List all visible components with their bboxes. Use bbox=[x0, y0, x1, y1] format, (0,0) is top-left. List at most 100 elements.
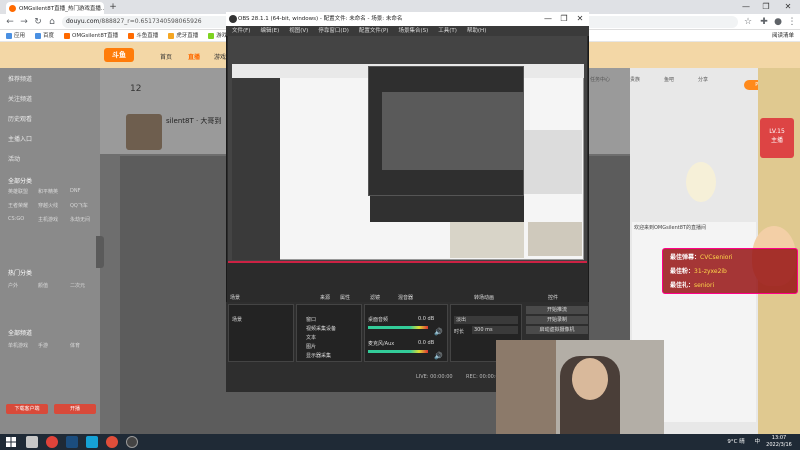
obs-minimize-button[interactable]: — bbox=[540, 13, 556, 25]
bookmark-baidu[interactable]: 百度 bbox=[35, 30, 54, 41]
taskbar-clock[interactable]: 13:07 2022/3/16 bbox=[762, 435, 796, 449]
mascot-image bbox=[686, 162, 716, 202]
preview-selection-bound bbox=[228, 261, 587, 263]
streamer-name[interactable]: silent8T · 大哥到 bbox=[166, 116, 221, 126]
category-link[interactable]: 英雄联盟 bbox=[8, 188, 28, 195]
virtual-camera-button[interactable]: 启动虚拟摄像机 bbox=[526, 326, 588, 334]
share-link[interactable]: 分享 bbox=[698, 76, 708, 83]
menu-docks[interactable]: 停靠窗口(D) bbox=[318, 26, 349, 36]
maximize-button[interactable]: ❐ bbox=[758, 1, 774, 13]
category-link[interactable]: 手游 bbox=[38, 342, 48, 349]
menu-profile[interactable]: 配置文件(P) bbox=[359, 26, 389, 36]
category-link[interactable]: 穿越火线 bbox=[38, 202, 58, 209]
sidebar-collapse-handle[interactable] bbox=[96, 236, 104, 268]
preview-nested-screen bbox=[382, 92, 524, 170]
netease-icon[interactable] bbox=[106, 436, 118, 448]
category-link[interactable]: 和平精英 bbox=[38, 188, 58, 195]
home-icon[interactable]: ⌂ bbox=[46, 16, 58, 28]
obs-taskbar-icon[interactable] bbox=[126, 436, 138, 448]
douyu-logo[interactable]: 斗鱼 bbox=[104, 48, 134, 62]
sidebar-item-streamer[interactable]: 主播入口 bbox=[8, 134, 32, 143]
download-client-button[interactable]: 下载客户端 bbox=[6, 404, 48, 414]
huya-icon bbox=[168, 32, 175, 39]
source-item[interactable]: 显示器采集 bbox=[306, 352, 331, 359]
category-link[interactable]: 颜值 bbox=[38, 282, 48, 289]
windows-start-icon[interactable] bbox=[6, 437, 16, 447]
close-window-button[interactable]: ✕ bbox=[780, 1, 796, 13]
extensions-icon[interactable]: ✚ bbox=[758, 16, 770, 28]
start-stream-button[interactable]: 开播 bbox=[54, 404, 96, 414]
nav-home[interactable]: 首页 bbox=[160, 52, 172, 61]
url-host: douyu.com bbox=[66, 18, 100, 25]
chrome-icon[interactable] bbox=[46, 436, 58, 448]
back-arrow-icon[interactable]: ← bbox=[4, 16, 16, 28]
category-link[interactable]: 体育 bbox=[70, 342, 80, 349]
reading-list-button[interactable]: 阅读清单 bbox=[772, 30, 794, 42]
category-link[interactable]: 单机游戏 bbox=[8, 342, 28, 349]
obs-title-bar[interactable]: OBS 28.1.1 (64-bit, windows) - 配置文件: 未命名… bbox=[226, 12, 589, 26]
file-explorer-icon[interactable] bbox=[26, 436, 38, 448]
source-item[interactable]: 文本 bbox=[306, 334, 316, 341]
task-center-link[interactable]: 任务中心 bbox=[590, 76, 610, 83]
scenes-list[interactable] bbox=[228, 304, 294, 362]
preview-sidebar bbox=[232, 78, 280, 260]
category-link[interactable]: 永劫无间 bbox=[70, 216, 90, 223]
source-item[interactable]: 窗口 bbox=[306, 316, 316, 323]
controls-dock-header: 控件 bbox=[548, 295, 559, 301]
forward-arrow-icon[interactable]: → bbox=[18, 16, 30, 28]
category-link[interactable]: QQ飞车 bbox=[70, 202, 88, 209]
speaker-icon[interactable]: 🔊 bbox=[434, 328, 443, 336]
category-link[interactable]: 二次元 bbox=[70, 282, 85, 289]
sidebar-item-recommend[interactable]: 推荐频道 bbox=[8, 74, 32, 83]
menu-view[interactable]: 视图(V) bbox=[289, 26, 308, 36]
bookmark-huya[interactable]: 虎牙直播 bbox=[168, 30, 198, 41]
minimize-button[interactable]: — bbox=[738, 1, 754, 13]
star-icon[interactable]: ☆ bbox=[742, 16, 754, 28]
nav-live[interactable]: 直播 bbox=[188, 52, 200, 61]
menu-edit[interactable]: 编辑(E) bbox=[260, 26, 279, 36]
new-tab-button[interactable]: + bbox=[108, 2, 118, 12]
sidebar-item-history[interactable]: 历史观看 bbox=[8, 114, 32, 123]
steam-icon[interactable] bbox=[66, 436, 78, 448]
obs-maximize-button[interactable]: ❐ bbox=[556, 13, 572, 25]
reload-icon[interactable]: ↻ bbox=[32, 16, 44, 28]
category-link[interactable]: 主机游戏 bbox=[38, 216, 58, 223]
start-streaming-button[interactable]: 开始推流 bbox=[526, 306, 588, 314]
menu-help[interactable]: 帮助(H) bbox=[467, 26, 486, 36]
start-recording-button[interactable]: 开始录制 bbox=[526, 316, 588, 324]
category-link[interactable]: CS:GO bbox=[8, 216, 24, 222]
ime-indicator[interactable]: 中 bbox=[754, 439, 760, 445]
category-link[interactable]: 王者荣耀 bbox=[8, 202, 28, 209]
bookmark-apps[interactable]: 应用 bbox=[6, 30, 25, 41]
source-item[interactable]: 图片 bbox=[306, 343, 316, 350]
scene-item[interactable]: 场景 bbox=[232, 316, 242, 323]
baidu-icon bbox=[35, 32, 42, 39]
source-properties-button[interactable]: 属性 bbox=[340, 294, 350, 301]
bookmark-streamer[interactable]: OMGsilent8T直播 bbox=[64, 30, 118, 41]
fishbar-link[interactable]: 鱼吧 bbox=[664, 76, 674, 83]
category-link[interactable]: DNF bbox=[70, 188, 80, 194]
obs-close-button[interactable]: ✕ bbox=[572, 13, 588, 25]
source-filters-button[interactable]: 滤镜 bbox=[370, 294, 380, 301]
sidebar-item-follow[interactable]: 关注频道 bbox=[8, 94, 32, 103]
streamer-avatar[interactable] bbox=[126, 114, 162, 150]
category-link[interactable]: 户外 bbox=[8, 282, 18, 289]
clock-time: 13:07 bbox=[771, 435, 787, 441]
sidebar-item-activity[interactable]: 活动 bbox=[8, 154, 20, 163]
speaker-icon[interactable]: 🔊 bbox=[434, 352, 443, 360]
menu-scene-collection[interactable]: 场景集合(S) bbox=[398, 26, 428, 36]
weather-text[interactable]: 9°C 晴 bbox=[727, 439, 744, 445]
source-item[interactable]: 视频采集设备 bbox=[306, 325, 336, 332]
follower-count: 12 bbox=[130, 84, 142, 94]
app-icon[interactable] bbox=[86, 436, 98, 448]
nav-games[interactable]: 游戏 bbox=[214, 52, 226, 61]
menu-icon[interactable]: ⋮ bbox=[786, 16, 798, 28]
bookmark-douyu[interactable]: 斗鱼直播 bbox=[128, 30, 158, 41]
menu-tools[interactable]: 工具(T) bbox=[438, 26, 457, 36]
menu-file[interactable]: 文件(F) bbox=[232, 26, 250, 36]
noble-link[interactable]: 贵族 bbox=[630, 76, 640, 83]
profile-icon[interactable]: ● bbox=[772, 16, 784, 28]
browser-tab[interactable]: OMGsilent8T直播_热门游戏直播... × bbox=[6, 2, 104, 14]
transition-select[interactable]: 淡出 bbox=[454, 316, 518, 324]
duration-input[interactable]: 300 ms bbox=[472, 326, 518, 334]
